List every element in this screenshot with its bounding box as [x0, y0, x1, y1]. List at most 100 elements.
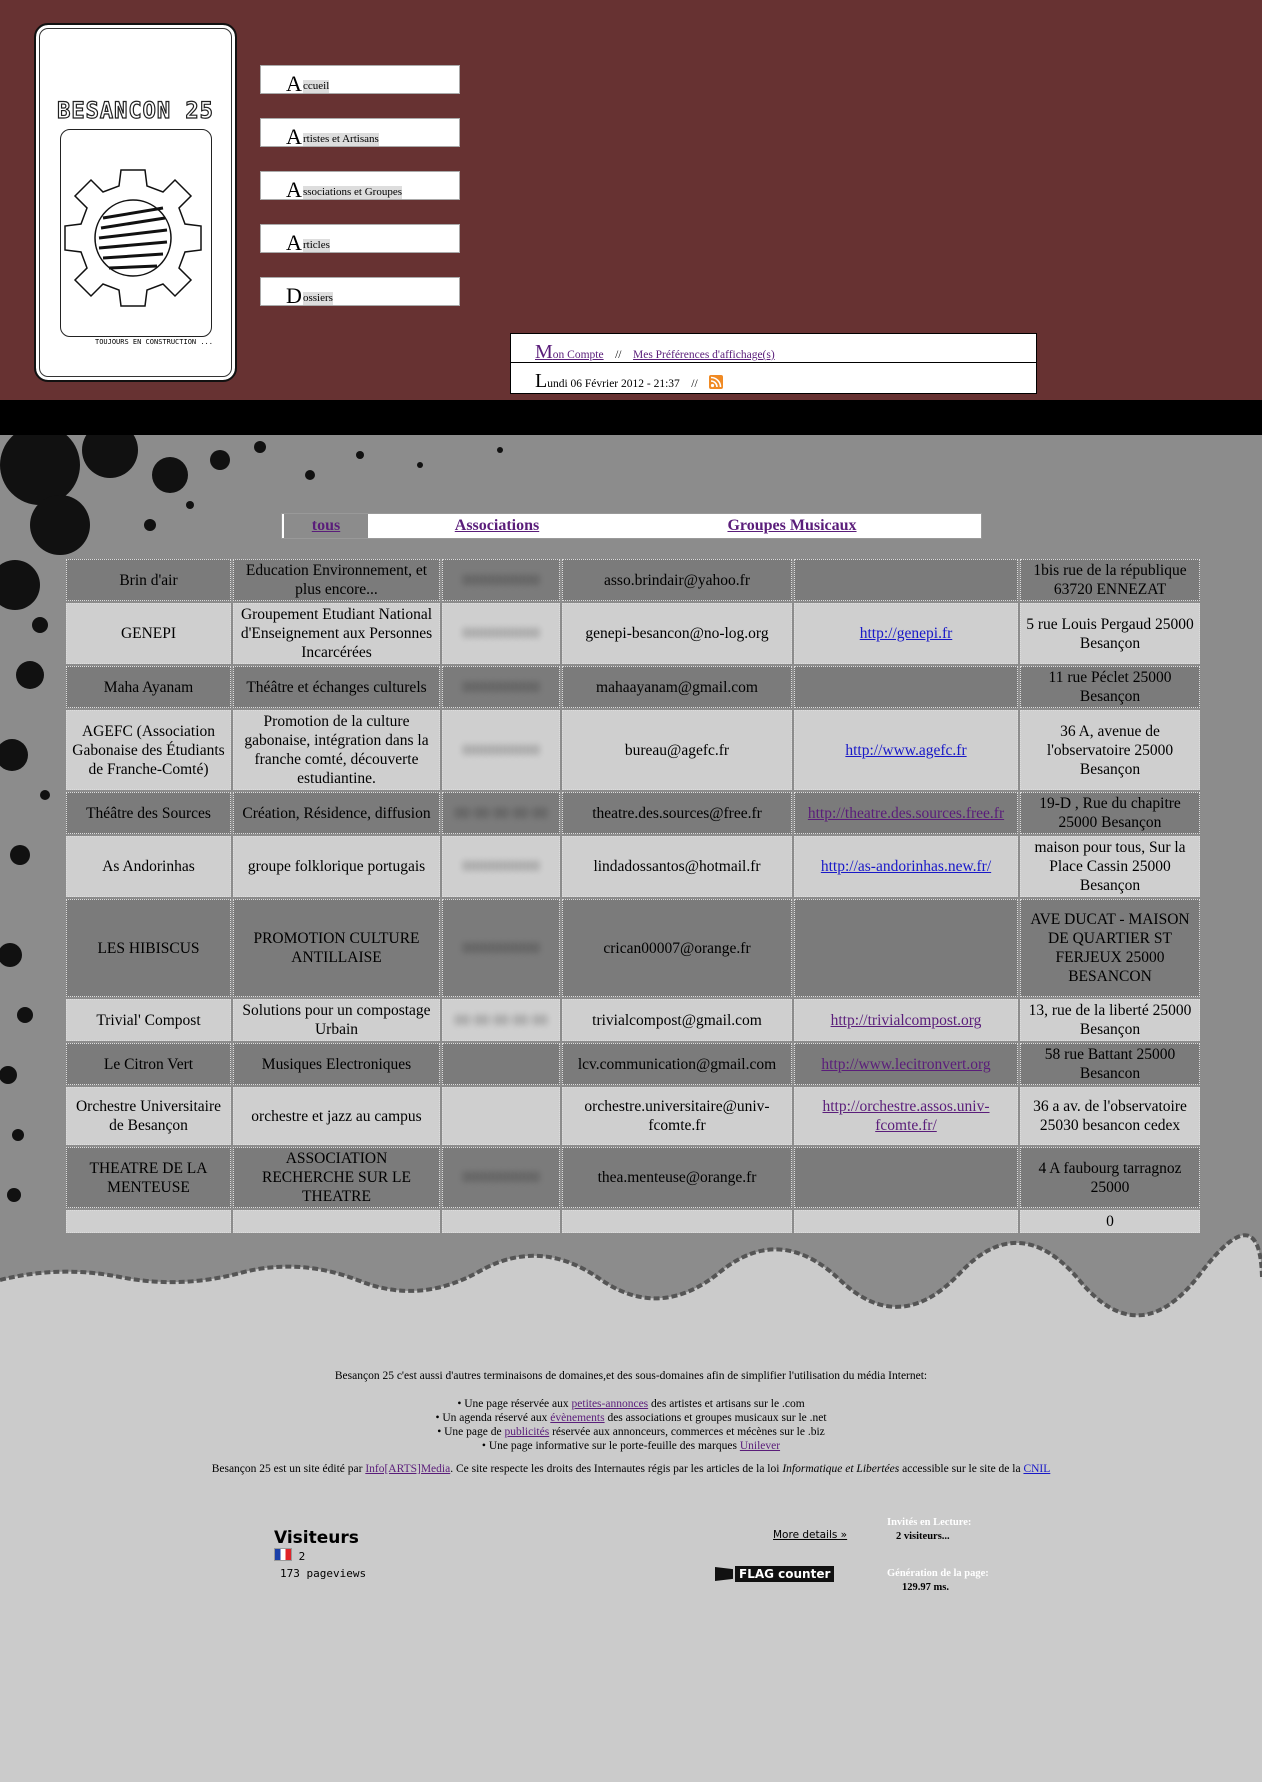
item-text: réservée aux annonceurs, commerces et mé… [549, 1426, 825, 1438]
cell-description: ASSOCIATION RECHERCHE SUR LE THEATRE [233, 1147, 440, 1208]
tab-associations[interactable]: Associations [432, 514, 562, 538]
cell-email: thea.menteuse@orange.fr [562, 1147, 792, 1208]
website-link[interactable]: http://theatre.des.sources.free.fr [808, 805, 1004, 822]
tab-music-link[interactable]: Groupes Musicaux [727, 517, 856, 534]
account-initial: M [535, 341, 553, 363]
cell-email: lindadossantos@hotmail.fr [562, 836, 792, 897]
separator: // [615, 349, 622, 361]
tab-all[interactable]: tous [284, 514, 368, 538]
cell-website [794, 666, 1018, 708]
cell-website: http://orchestre.assos.univ-fcomte.fr/ [794, 1087, 1018, 1145]
date-initial: L [535, 370, 548, 392]
cell-website: http://theatre.des.sources.free.fr [794, 792, 1018, 834]
cell-name: Théâtre des Sources [66, 792, 231, 834]
cell-address: 5 rue Louis Pergaud 25000 Besançon [1020, 603, 1200, 664]
editor-text: . Ce site respecte les droits des Intern… [450, 1463, 783, 1475]
account-label: on Compte [552, 349, 604, 361]
menu-label: ossiers [303, 292, 333, 305]
website-link[interactable]: http://genepi.fr [860, 625, 953, 642]
cell-address: 36 a av. de l'observatoire 25030 besanco… [1020, 1087, 1200, 1145]
cell-phone: 0000000000 [442, 836, 560, 897]
cell-email: theatre.des.sources@free.fr [562, 792, 792, 834]
menu-initial: A [286, 177, 302, 202]
site-logo[interactable]: BESANCON 25 TOUJOURS EN CONSTRUCTION ... [34, 23, 237, 382]
website-link[interactable]: http://orchestre.assos.univ-fcomte.fr/ [822, 1098, 989, 1134]
date-text: undi 06 Février 2012 - 21:37 [547, 378, 680, 390]
more-details-link[interactable]: More details » [773, 1529, 847, 1541]
header-divider [0, 400, 1262, 435]
evenements-link[interactable]: évènements [550, 1412, 604, 1424]
guests-label: Invités en Lecture: [887, 1517, 972, 1528]
list-item: Une page informative sur le porte-feuill… [0, 1439, 1262, 1453]
table-row: Maha Ayanam Théâtre et échanges culturels… [66, 666, 1200, 708]
menu-item-associations[interactable]: A ssociations et Groupes [260, 171, 460, 202]
cell-name: THEATRE DE LA MENTEUSE [66, 1147, 231, 1208]
menu-initial: A [286, 71, 302, 96]
my-account-link[interactable]: Mon Compte [535, 341, 604, 363]
cell-email: genepi-besancon@no-log.org [562, 603, 792, 664]
cell-description: Education Environnement, et plus encore.… [233, 559, 440, 601]
display-preferences-link[interactable]: Mes Préférences d'affichage(s) [633, 349, 775, 361]
cell-name: GENEPI [66, 603, 231, 664]
generation-label: Génération de la page: [887, 1568, 989, 1579]
site-footer: Besançon 25 c'est aussi d'autres termina… [0, 1320, 1262, 1782]
cell-email: crican00007@orange.fr [562, 899, 792, 997]
item-text: Une page informative sur le porte-feuill… [488, 1440, 740, 1452]
menu-label: ccueil [303, 80, 330, 93]
tab-groupes-musicaux[interactable]: Groupes Musicaux [712, 514, 872, 538]
website-link[interactable]: http://www.agefc.fr [845, 742, 966, 759]
menu-item-articles[interactable]: A rticles [260, 224, 460, 254]
flag-counter-icon [715, 1567, 733, 1581]
cell-email: orchestre.universitaire@univ-fcomte.fr [562, 1087, 792, 1145]
cell-email: lcv.communication@gmail.com [562, 1043, 792, 1085]
cell-description: Promotion de la culture gabonaise, intég… [233, 710, 440, 790]
editor-text: Besançon 25 est un site édité par [211, 1463, 366, 1475]
cell-name: AGEFC (Association Gabonaise des Étudian… [66, 710, 231, 790]
publicites-link[interactable]: publicités [504, 1426, 549, 1438]
cell-description: orchestre et jazz au campus [233, 1087, 440, 1145]
tab-all-link[interactable]: tous [312, 517, 340, 534]
petites-annonces-link[interactable]: petites-annonces [572, 1398, 649, 1410]
cell-name: Orchestre Universitaire de Besançon [66, 1087, 231, 1145]
cell-website: http://trivialcompost.org [794, 999, 1018, 1041]
cell-address: 19-D , Rue du chapitre 25000 Besançon [1020, 792, 1200, 834]
menu-label: rticles [303, 239, 330, 252]
table-row: 0 [66, 1210, 1200, 1233]
table-body: Brin d'air Education Environnement, et pl… [66, 559, 1200, 1233]
cell-phone: 0000000000 [442, 1147, 560, 1208]
cell-address: 58 rue Battant 25000 Besancon [1020, 1043, 1200, 1085]
menu-item-accueil[interactable]: A ccueil [260, 65, 460, 96]
guests-value: 2 visiteurs... [896, 1531, 950, 1542]
cell-phone [442, 1043, 560, 1085]
cell-phone: 00 00 00 00 00 [442, 999, 560, 1041]
cell-email: asso.brindair@yahoo.fr [562, 559, 792, 601]
rss-icon[interactable] [709, 375, 724, 389]
website-link[interactable]: http://as-andorinhas.new.fr/ [821, 858, 991, 875]
cell-phone [442, 1087, 560, 1145]
infoartsmedia-link[interactable]: Info[ARTS]Media [365, 1463, 450, 1475]
counter-title: Visiteurs [274, 1528, 359, 1548]
visitor-count: 2 [298, 1550, 306, 1563]
item-text: Une page de [444, 1426, 505, 1438]
list-item: Une page de publicités réservée aux anno… [0, 1425, 1262, 1439]
website-link[interactable]: http://trivialcompost.org [831, 1012, 982, 1029]
menu-item-dossiers[interactable]: D ossiers [260, 277, 460, 308]
menu-initial: D [286, 283, 302, 308]
table-row: GENEPI Groupement Etudiant National d'Ens… [66, 603, 1200, 664]
flag-counter-logo[interactable]: FLAG counter [715, 1565, 835, 1583]
menu-item-artistes[interactable]: A rtistes et Artisans [260, 118, 460, 149]
list-item: Un agenda réservé aux évènements des ass… [0, 1411, 1262, 1425]
tab-associations-link[interactable]: Associations [455, 517, 539, 534]
website-link[interactable]: http://www.lecitronvert.org [821, 1056, 990, 1073]
table-row: LES HIBISCUS PROMOTION CULTURE ANTILLAISE… [66, 899, 1200, 997]
menu-initial: A [286, 124, 302, 149]
cell-address: 11 rue Péclet 25000 Besançon [1020, 666, 1200, 708]
table-row: THEATRE DE LA MENTEUSE ASSOCIATION RECHER… [66, 1147, 1200, 1208]
cnil-link[interactable]: CNIL [1023, 1463, 1050, 1475]
cell-website [794, 559, 1018, 601]
cell-description: Musiques Electroniques [233, 1043, 440, 1085]
cell-name [66, 1210, 231, 1233]
counter-row: 2 [274, 1548, 366, 1563]
unilever-link[interactable]: Unilever [740, 1440, 780, 1452]
cell-website: http://genepi.fr [794, 603, 1018, 664]
